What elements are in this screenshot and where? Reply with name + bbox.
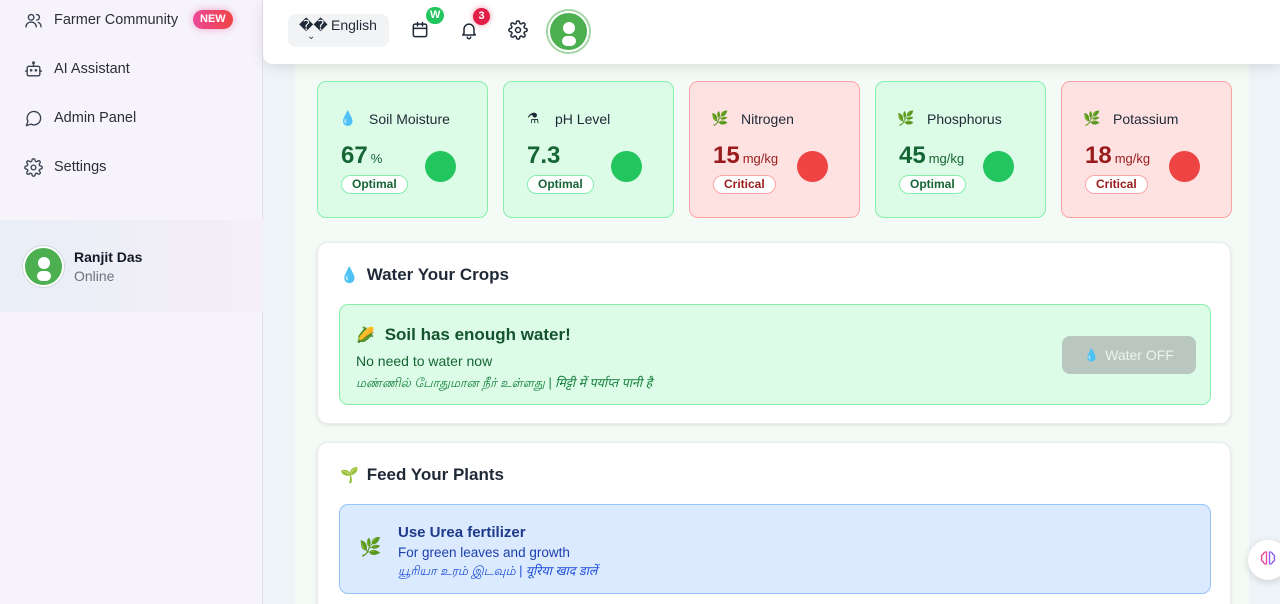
floating-ai-button[interactable]: [1248, 540, 1280, 580]
calendar-badge: W: [426, 7, 445, 24]
notifications-button[interactable]: 3: [459, 8, 490, 44]
notification-count-badge: 3: [473, 8, 490, 25]
metric-value: 7.3: [527, 142, 561, 169]
water-section: 💧 Water Your Crops 🌽 Soil has enough water…: [317, 242, 1231, 424]
sidebar-item-farmer-community[interactable]: Farmer Community: [22, 8, 178, 32]
metric-card-ph-level: ⚗ pH Level 7.3 Optimal: [503, 81, 674, 218]
users-icon: [22, 9, 44, 31]
sidebar-item-label: Admin Panel: [54, 110, 137, 126]
water-toggle-label: Water OFF: [1105, 347, 1174, 363]
status-badge: Optimal: [527, 175, 594, 194]
metric-title: Potassium: [1113, 110, 1179, 127]
language-selector[interactable]: �� ⌄ English: [288, 14, 389, 47]
metric-title: Nitrogen: [741, 110, 794, 127]
section-title: Feed Your Plants: [366, 465, 504, 484]
bell-icon: [459, 23, 479, 44]
metric-unit: %: [370, 151, 383, 166]
leaf-icon: 🌿: [1083, 110, 1101, 126]
metric-card-soil-moisture: 💧 Soil Moisture 67% Optimal: [317, 81, 488, 218]
status-badge: Critical: [713, 175, 776, 194]
gear-icon: [22, 156, 44, 178]
metric-card-potassium: 🌿 Potassium 18 mg/kg Critical: [1061, 81, 1232, 218]
status-badge: Optimal: [341, 175, 408, 194]
calendar-icon: [410, 21, 430, 44]
fertilizer-title: Use Urea fertilizer: [398, 524, 526, 541]
metric-value: 15: [713, 142, 740, 169]
status-badge: Optimal: [899, 175, 966, 194]
water-status-translation: மண்ணில் போதுமான நீர் உள்ளது | मिट्टी में…: [356, 376, 653, 390]
metric-title: Soil Moisture: [369, 110, 450, 127]
top-bar: �� ⌄ English W 3: [263, 0, 1280, 64]
language-label: English: [331, 17, 377, 33]
user-card[interactable]: Ranjit Das Online: [0, 220, 263, 312]
metric-value: 67: [341, 142, 368, 169]
sidebar-item-label: Settings: [54, 159, 107, 175]
robot-icon: [22, 58, 44, 80]
droplet-icon: 💧: [1084, 348, 1100, 362]
sidebar: Farmer Community NEW AI Assistant Admin …: [0, 0, 263, 604]
status-indicator: [797, 151, 828, 182]
droplet-icon: 💧: [340, 267, 359, 284]
water-toggle-button[interactable]: 💧 Water OFF: [1062, 336, 1196, 374]
status-indicator: [983, 151, 1014, 182]
leaf-icon: 🌿: [897, 110, 915, 126]
metric-card-phosphorus: 🌿 Phosphorus 45 mg/kg Optimal: [875, 81, 1046, 218]
section-title: Water Your Crops: [366, 265, 510, 284]
water-status-subtitle: No need to water now: [356, 353, 493, 369]
corn-icon: 🌽: [356, 327, 375, 344]
user-status: Online: [74, 267, 115, 284]
avatar: [23, 245, 64, 287]
profile-avatar-button[interactable]: [548, 11, 589, 52]
flask-icon: ⚗: [526, 110, 540, 126]
fertilizer-recommendation: 🌿 Use Urea fertilizer For green leaves a…: [339, 504, 1211, 594]
metric-title: Phosphorus: [927, 110, 1002, 127]
sidebar-item-label: Farmer Community: [54, 12, 179, 28]
metric-card-nitrogen: 🌿 Nitrogen 15 mg/kg Critical: [689, 81, 860, 218]
seedling-icon: 🌱: [340, 467, 359, 484]
metric-value: 45: [899, 142, 926, 169]
calendar-button[interactable]: W: [410, 7, 445, 44]
status-indicator: [611, 151, 642, 182]
fertilizer-subtitle: For green leaves and growth: [398, 545, 570, 560]
sidebar-item-label: AI Assistant: [54, 61, 130, 77]
chat-bubble-icon: [22, 107, 44, 129]
metric-title: pH Level: [555, 110, 611, 127]
settings-button[interactable]: [508, 20, 530, 42]
sidebar-item-settings[interactable]: Settings: [22, 155, 106, 179]
metric-value: 18: [1085, 142, 1112, 169]
chevron-down-icon: ⌄: [307, 31, 316, 42]
user-name: Ranjit Das: [74, 248, 143, 265]
leaf-icon: 🌿: [359, 537, 382, 557]
leaf-icon: 🌿: [711, 110, 729, 126]
metric-unit: mg/kg: [1114, 151, 1151, 166]
new-badge: NEW: [193, 10, 233, 29]
water-status-title: Soil has enough water!: [384, 325, 571, 344]
feed-section: 🌱 Feed Your Plants 🌿 Use Urea fertilizer …: [317, 442, 1231, 604]
water-status-box: 🌽 Soil has enough water! No need to water…: [339, 304, 1211, 405]
sidebar-item-ai-assistant[interactable]: AI Assistant: [22, 57, 130, 81]
metric-unit: mg/kg: [928, 151, 965, 166]
status-indicator: [1169, 151, 1200, 182]
droplet-icon: 💧: [339, 110, 357, 126]
status-badge: Critical: [1085, 175, 1148, 194]
fertilizer-translation: யூரியா உரம் இடவும் | यूरिया खाद डालें: [398, 564, 598, 578]
brain-icon: [1259, 549, 1277, 572]
sidebar-item-admin-panel[interactable]: Admin Panel: [22, 106, 136, 130]
metric-unit: mg/kg: [742, 151, 779, 166]
gear-icon: [508, 20, 528, 44]
status-indicator: [425, 151, 456, 182]
